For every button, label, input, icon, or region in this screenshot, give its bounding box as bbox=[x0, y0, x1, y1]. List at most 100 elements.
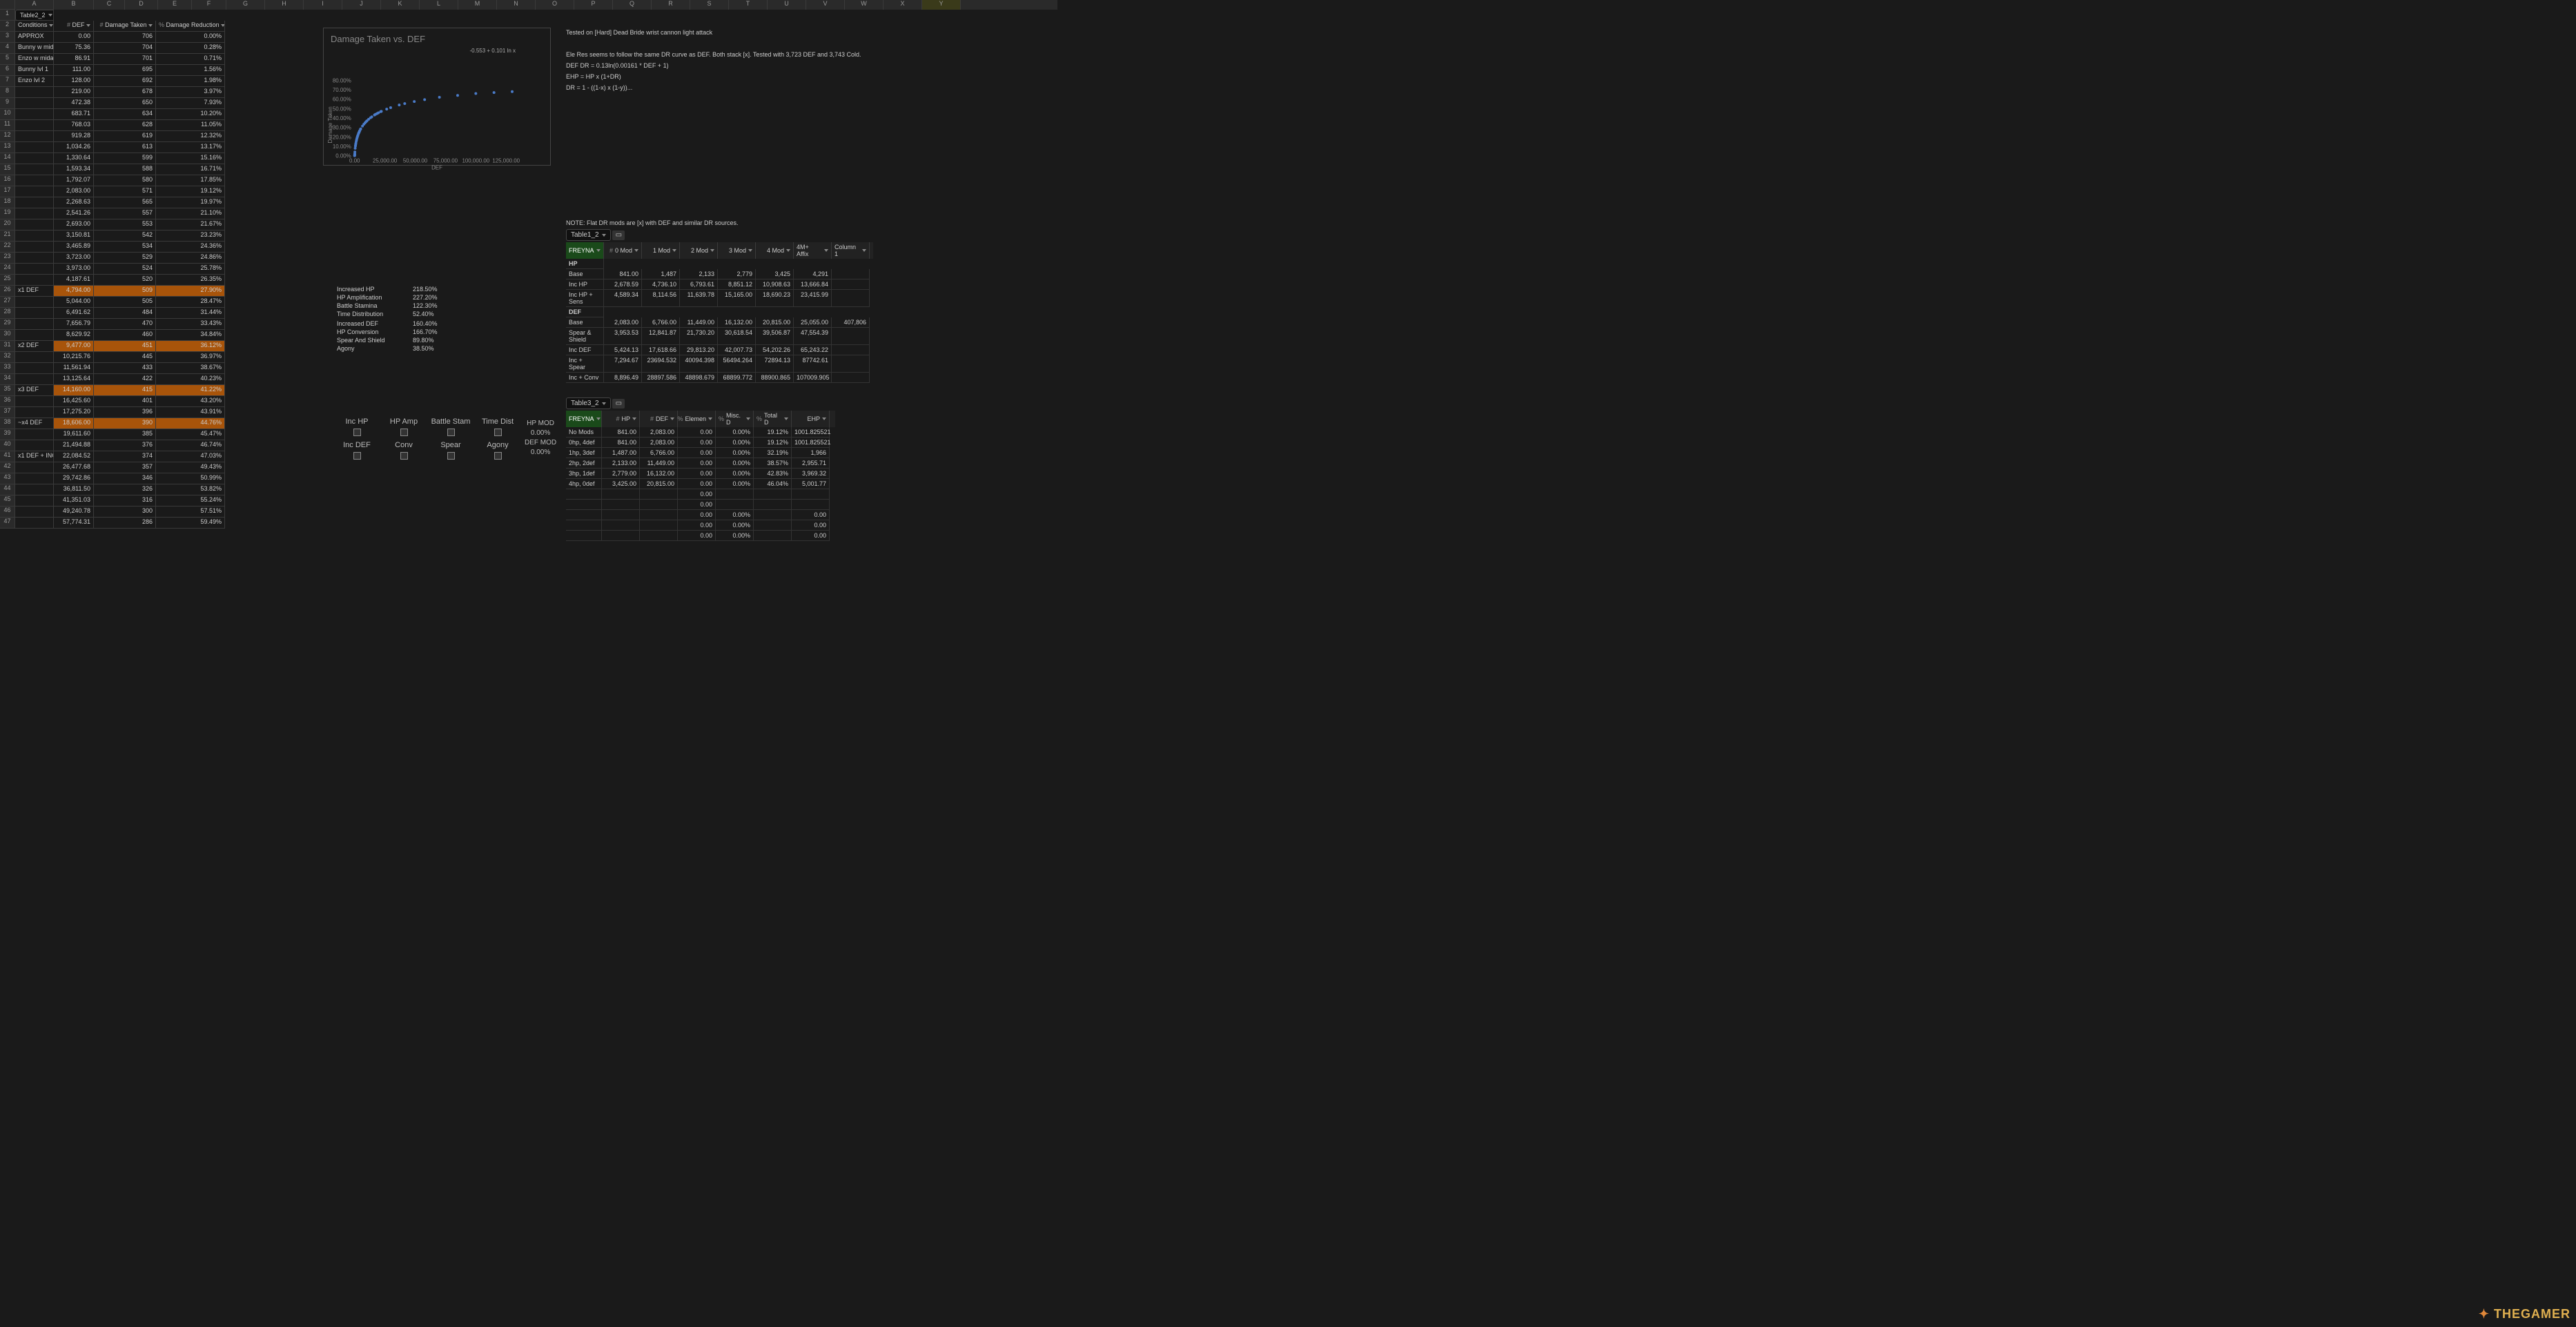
col-y[interactable]: Y bbox=[922, 0, 961, 10]
col-l[interactable]: L bbox=[420, 0, 458, 10]
table-row[interactable]: 26 x1 DEF 4,794.00 509 27.90% bbox=[0, 286, 1057, 297]
table-row[interactable]: 30 8,629.92 460 34.84% bbox=[0, 330, 1057, 341]
table-row[interactable]: Spear & Shield3,953.5312,841.8721,730.20… bbox=[566, 328, 873, 345]
table-row[interactable]: 36 16,425.60 401 43.20% bbox=[0, 396, 1057, 407]
col-k[interactable]: K bbox=[381, 0, 420, 10]
col-t[interactable]: T bbox=[729, 0, 768, 10]
col-header[interactable]: 4 Mod bbox=[756, 242, 794, 259]
card-icon[interactable]: ▭ bbox=[612, 399, 625, 409]
table-row[interactable]: 42 26,477.68 357 49.43% bbox=[0, 462, 1057, 473]
table-row[interactable]: 25 4,187.61 520 26.35% bbox=[0, 275, 1057, 286]
table-row[interactable]: 46 49,240.78 300 57.51% bbox=[0, 507, 1057, 518]
table-row[interactable]: 0hp, 4def841.002,083.000.000.00%19.12%10… bbox=[566, 438, 835, 448]
checkbox[interactable] bbox=[494, 452, 502, 460]
col-header[interactable]: 1 Mod bbox=[642, 242, 680, 259]
col-o[interactable]: O bbox=[536, 0, 574, 10]
col-h[interactable]: H bbox=[265, 0, 304, 10]
col-q[interactable]: Q bbox=[613, 0, 652, 10]
table-row[interactable]: 19 2,541.26 557 21.10% bbox=[0, 208, 1057, 219]
freyna-header[interactable]: FREYNA bbox=[566, 242, 604, 259]
table-row[interactable]: 20 2,693.00 553 21.67% bbox=[0, 219, 1057, 230]
table-row[interactable]: 3hp, 1def2,779.0016,132.000.000.00%42.83… bbox=[566, 469, 835, 479]
table-row[interactable]: 45 41,351.03 316 55.24% bbox=[0, 495, 1057, 507]
col-header[interactable]: Column 1 bbox=[832, 242, 870, 259]
hdr-dmgtaken[interactable]: # Damage Taken bbox=[94, 21, 156, 32]
col-s[interactable]: S bbox=[690, 0, 729, 10]
table-row[interactable]: 31 x2 DEF 9,477.00 451 36.12% bbox=[0, 341, 1057, 352]
hdr-dmgred[interactable]: % Damage Reduction bbox=[156, 21, 225, 32]
table-row[interactable]: 0.000.00%0.00 bbox=[566, 531, 835, 541]
table-row[interactable]: 22 3,465.89 534 24.36% bbox=[0, 242, 1057, 253]
table-row[interactable]: 34 13,125.64 422 40.23% bbox=[0, 374, 1057, 385]
table-row[interactable]: 0.000.00%0.00 bbox=[566, 520, 835, 531]
col-a[interactable]: A bbox=[15, 0, 54, 10]
table-row[interactable]: 44 36,811.50 326 53.82% bbox=[0, 484, 1057, 495]
table-row[interactable]: Base841.001,4872,1332,7793,4254,291 bbox=[566, 269, 873, 279]
col-f[interactable]: F bbox=[192, 0, 226, 10]
table-row[interactable]: 0.00 bbox=[566, 500, 835, 510]
checkbox[interactable] bbox=[400, 452, 408, 460]
col-header[interactable]: % Misc. D bbox=[716, 411, 754, 427]
card-icon[interactable]: ▭ bbox=[612, 230, 625, 240]
hdr-conditions[interactable]: Conditions bbox=[15, 21, 54, 32]
col-header[interactable]: % Elemen bbox=[678, 411, 716, 427]
col-x[interactable]: X bbox=[884, 0, 922, 10]
table-row[interactable]: 24 3,973.00 524 25.78% bbox=[0, 264, 1057, 275]
col-i[interactable]: I bbox=[304, 0, 342, 10]
col-w[interactable]: W bbox=[845, 0, 884, 10]
col-u[interactable]: U bbox=[768, 0, 806, 10]
table-row[interactable]: 4hp, 0def3,425.0020,815.000.000.00%46.04… bbox=[566, 479, 835, 489]
table-row[interactable]: 27 5,044.00 505 28.47% bbox=[0, 297, 1057, 308]
row-2[interactable]: 2 bbox=[0, 21, 15, 32]
table-row[interactable]: 32 10,215.76 445 36.97% bbox=[0, 352, 1057, 363]
table-row[interactable]: Inc DEF5,424.1317,618.6629,813.2042,007.… bbox=[566, 345, 873, 355]
table-row[interactable]: 21 3,150.81 542 23.23% bbox=[0, 230, 1057, 242]
col-header[interactable]: 4M+ Affix bbox=[794, 242, 832, 259]
table-row[interactable]: Base2,083.006,766.0011,449.0016,132.0020… bbox=[566, 317, 873, 328]
col-g[interactable]: G bbox=[226, 0, 265, 10]
checkbox[interactable] bbox=[447, 429, 455, 436]
freyna-header[interactable]: FREYNA bbox=[566, 411, 602, 427]
checkbox[interactable] bbox=[494, 429, 502, 436]
col-b[interactable]: B bbox=[54, 0, 94, 10]
table1-pill[interactable]: Table1_2 bbox=[566, 229, 611, 241]
col-j[interactable]: J bbox=[342, 0, 381, 10]
table-row[interactable]: 23 3,723.00 529 24.86% bbox=[0, 253, 1057, 264]
checkbox[interactable] bbox=[447, 452, 455, 460]
table-row[interactable]: 33 11,561.94 433 38.67% bbox=[0, 363, 1057, 374]
table-row[interactable]: 1hp, 3def1,487.006,766.000.000.00%32.19%… bbox=[566, 448, 835, 458]
table-row[interactable]: No Mods841.002,083.000.000.00%19.12%1001… bbox=[566, 427, 835, 438]
col-r[interactable]: R bbox=[652, 0, 690, 10]
checkbox[interactable] bbox=[353, 429, 361, 436]
col-p[interactable]: P bbox=[574, 0, 613, 10]
table-row[interactable]: 0.00 bbox=[566, 489, 835, 500]
row-1[interactable]: 1 bbox=[0, 10, 15, 21]
col-c[interactable]: C bbox=[94, 0, 125, 10]
col-m[interactable]: M bbox=[458, 0, 497, 10]
table-row[interactable]: 29 7,656.79 470 33.43% bbox=[0, 319, 1057, 330]
checkbox[interactable] bbox=[353, 452, 361, 460]
table-row[interactable]: Inc + Conv8,896.4928897.58648898.6796889… bbox=[566, 373, 873, 383]
col-header[interactable]: # HP bbox=[602, 411, 640, 427]
hdr-def[interactable]: # DEF bbox=[54, 21, 94, 32]
col-header[interactable]: 2 Mod bbox=[680, 242, 718, 259]
col-v[interactable]: V bbox=[806, 0, 845, 10]
table-row[interactable]: 0.000.00%0.00 bbox=[566, 510, 835, 520]
table-row[interactable]: 47 57,774.31 286 59.49% bbox=[0, 518, 1057, 529]
table-row[interactable]: 37 17,275.20 396 43.91% bbox=[0, 407, 1057, 418]
checkbox[interactable] bbox=[400, 429, 408, 436]
col-header[interactable]: # 0 Mod bbox=[604, 242, 642, 259]
table-row[interactable]: Inc + Spear7,294.6723694.53240094.398564… bbox=[566, 355, 873, 373]
col-e[interactable]: E bbox=[158, 0, 192, 10]
table-row[interactable]: 35 x3 DEF 14,160.00 415 41.22% bbox=[0, 385, 1057, 396]
col-n[interactable]: N bbox=[497, 0, 536, 10]
table-row[interactable]: 18 2,268.63 565 19.97% bbox=[0, 197, 1057, 208]
col-header[interactable]: % Total D bbox=[754, 411, 792, 427]
table3-pill[interactable]: Table3_2 bbox=[566, 397, 611, 409]
table-row[interactable]: 28 6,491.62 484 31.44% bbox=[0, 308, 1057, 319]
table-row[interactable]: Inc HP2,678.594,736.106,793.618,851.1210… bbox=[566, 279, 873, 290]
col-d[interactable]: D bbox=[125, 0, 158, 10]
table2-pill[interactable]: Table2_2 bbox=[15, 10, 54, 21]
table-row[interactable]: 43 29,742.86 346 50.99% bbox=[0, 473, 1057, 484]
table-row[interactable]: Inc HP + Sens4,589.348,114.5611,639.7815… bbox=[566, 290, 873, 307]
